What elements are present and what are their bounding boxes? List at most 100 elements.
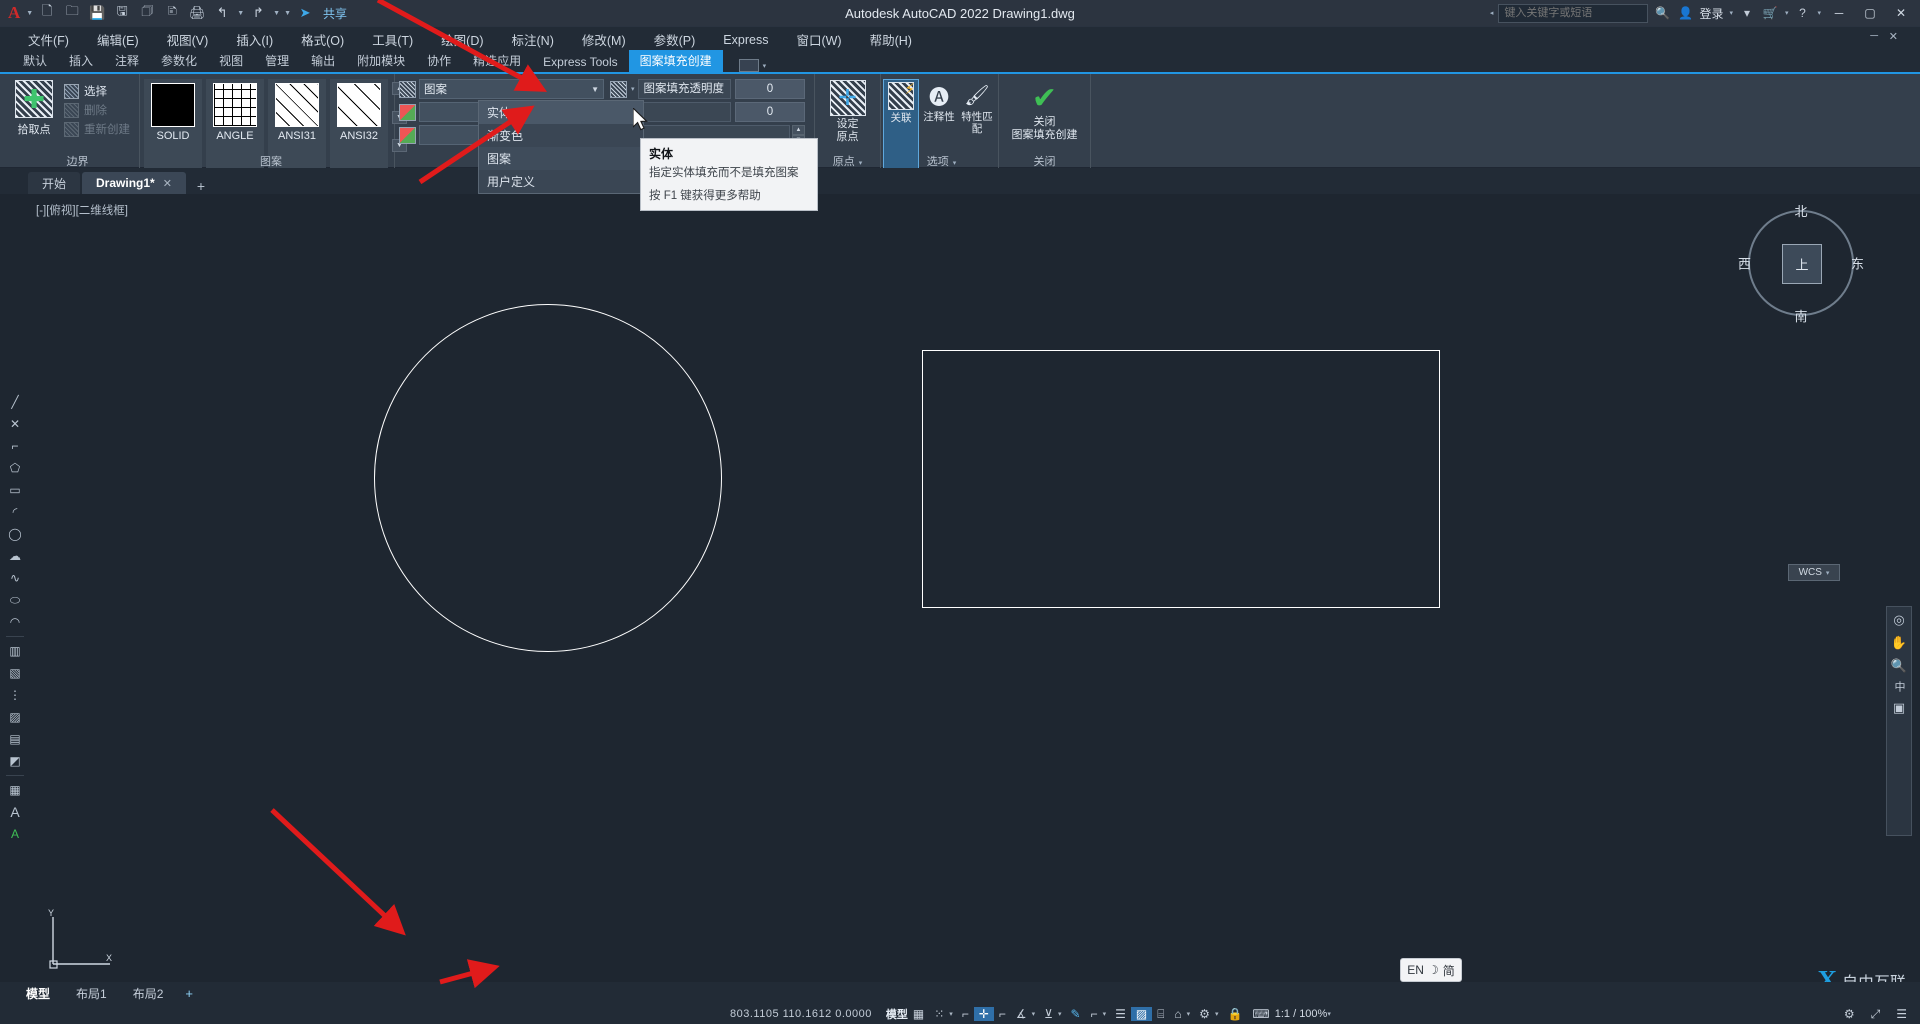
search-icon[interactable]: 🔍	[1653, 6, 1671, 20]
gradient-icon[interactable]: ▤	[4, 729, 26, 749]
menu-item-format[interactable]: 格式(O)	[287, 30, 358, 49]
document-close-button[interactable]: ✕	[1889, 30, 1898, 43]
dropdown-item-user-defined[interactable]: 用户定义	[479, 170, 643, 193]
polar-icon[interactable]: ✛	[973, 1007, 994, 1021]
ime-indicator[interactable]: EN ☽ 简	[1400, 958, 1462, 982]
ribbon-tab-annotate[interactable]: 注释	[104, 50, 150, 72]
workspace-chevron-icon[interactable]: ▾	[1215, 1010, 1223, 1018]
lineweight-chevron-icon[interactable]: ▾	[1103, 1010, 1111, 1018]
document-minimize-button[interactable]: ─	[1870, 30, 1878, 42]
annotation-visibility-icon[interactable]: ⌸	[1152, 1007, 1169, 1022]
undo-icon[interactable]: ↰	[211, 2, 233, 24]
coordinates-display[interactable]: 803.1105 110.1612 0.0000	[730, 1008, 872, 1020]
hatch-icon[interactable]: ▨	[4, 707, 26, 727]
rectangle-entity[interactable]	[922, 350, 1440, 608]
view-cube-east-label[interactable]: 东	[1851, 254, 1864, 273]
new-layout-button[interactable]: +	[177, 986, 201, 1001]
undo-chevron-icon[interactable]: ▼	[237, 10, 244, 17]
customize-icon[interactable]: ⚙	[1839, 1007, 1860, 1021]
statusbar-menu-icon[interactable]: ☰	[1891, 1007, 1912, 1021]
cloud-sync-icon[interactable]: 🗈	[161, 2, 183, 24]
ortho-icon[interactable]: ⌐	[957, 1007, 974, 1021]
menu-item-window[interactable]: 窗口(W)	[782, 30, 855, 49]
otrack-icon[interactable]: ∡	[1011, 1007, 1032, 1021]
hardware-accel-icon[interactable]: ⌨	[1247, 1007, 1274, 1021]
menu-item-dimension[interactable]: 标注(N)	[498, 30, 568, 49]
ribbon-tab-output[interactable]: 输出	[300, 50, 346, 72]
construction-line-icon[interactable]: ✕	[4, 414, 26, 434]
origin-panel-chevron-icon[interactable]: ▾	[859, 160, 863, 167]
hatch-transparency-icon[interactable]	[610, 80, 627, 98]
annotation-scale-chevron-icon[interactable]: ▾	[1187, 1010, 1195, 1018]
view-cube-north-label[interactable]: 北	[1794, 201, 1807, 220]
file-tab-start[interactable]: 开始	[28, 172, 81, 194]
make-block-icon[interactable]: ▧	[4, 663, 26, 683]
multiline-text-icon[interactable]: A	[4, 802, 26, 822]
ribbon-tab-featuredapps[interactable]: 精选应用	[462, 50, 532, 72]
arc-icon[interactable]: ◜	[4, 502, 26, 522]
close-icon[interactable]: ✕	[163, 177, 172, 190]
menu-item-parametric[interactable]: 参数(P)	[640, 30, 710, 49]
wcs-selector[interactable]: WCS ▾	[1788, 564, 1840, 581]
help-icon[interactable]: ?	[1793, 6, 1811, 20]
new-file-tab-button[interactable]: +	[188, 178, 214, 194]
osnap-icon[interactable]: ⌐	[994, 1007, 1011, 1021]
ribbon-tab-express-tools[interactable]: Express Tools	[532, 53, 628, 72]
table-icon[interactable]: ▦	[4, 780, 26, 800]
window-maximize-button[interactable]: ▢	[1857, 0, 1883, 26]
menu-item-express[interactable]: Express	[709, 33, 782, 47]
ribbon-tab-insert[interactable]: 插入	[58, 50, 104, 72]
share-label[interactable]: 共享	[323, 5, 347, 22]
user-icon[interactable]: 👤	[1676, 6, 1694, 20]
snap-chevron-icon[interactable]: ▾	[949, 1010, 957, 1018]
menu-item-modify[interactable]: 修改(M)	[568, 30, 640, 49]
transparency-icon[interactable]: ☰	[1110, 1007, 1131, 1021]
pan-icon[interactable]: ✋	[1891, 635, 1907, 651]
print-icon[interactable]: 🖨	[186, 2, 208, 24]
scale-chevron-icon[interactable]: ▾	[1327, 1010, 1335, 1018]
redo-chevron-icon[interactable]: ▼	[273, 10, 280, 17]
bell-icon[interactable]: ▾	[1738, 6, 1756, 20]
signin-label[interactable]: 登录	[1699, 5, 1723, 22]
workspace-chevron-icon[interactable]: ▾	[763, 62, 767, 70]
menu-item-file[interactable]: 文件(F)	[14, 30, 83, 49]
polygon-icon[interactable]: ⬠	[4, 458, 26, 478]
ribbon-tab-default[interactable]: 默认	[12, 50, 58, 72]
ribbon-workspace-chip[interactable]: ▾	[738, 59, 767, 72]
isolate-objects-icon[interactable]: 🔒	[1222, 1007, 1247, 1021]
cart-icon[interactable]: 🛒	[1761, 6, 1779, 20]
workspace-switch-icon[interactable]: ⚙	[1194, 1007, 1215, 1021]
fullscreen-icon[interactable]: ⤢	[1866, 1007, 1886, 1022]
dropdown-item-solid[interactable]: 实体	[479, 101, 643, 124]
rectangle-icon[interactable]: ▭	[4, 480, 26, 500]
spline-icon[interactable]: ∿	[4, 568, 26, 588]
transparency-chevron-icon[interactable]: ▾	[631, 85, 635, 93]
dropdown-item-gradient[interactable]: 渐变色	[479, 124, 643, 147]
save-as-icon[interactable]: 🖫	[111, 2, 133, 24]
zoom-icon[interactable]: 🔍	[1891, 658, 1907, 674]
customize-qat-chevron-icon[interactable]: ▼	[284, 10, 291, 17]
insert-block-icon[interactable]: ▥	[4, 641, 26, 661]
dynamic-input-icon[interactable]: ✎	[1066, 1007, 1086, 1021]
layout-tab-layout1[interactable]: 布局1	[64, 983, 119, 1004]
hatch-transparency-value[interactable]: 0	[735, 79, 805, 99]
plot-preview-icon[interactable]: 🗇	[136, 2, 158, 24]
circle-entity[interactable]	[374, 304, 722, 652]
menu-item-help[interactable]: 帮助(H)	[856, 30, 926, 49]
menu-item-insert[interactable]: 插入(I)	[222, 30, 287, 49]
ribbon-tab-collaborate[interactable]: 协作	[416, 50, 462, 72]
search-dropdown-chevron-icon[interactable]: ◂	[1490, 9, 1494, 17]
point-icon[interactable]: ⋮	[4, 685, 26, 705]
draw-toolbar[interactable]: ╱ ✕ ⌐ ⬠ ▭ ◜ ◯ ☁ ∿ ⬭ ◠ ▥ ▧ ⋮ ▨ ▤ ◩ ▦ A A	[2, 392, 28, 844]
single-line-text-icon[interactable]: A	[4, 824, 26, 844]
ribbon-tab-addins[interactable]: 附加模块	[346, 50, 416, 72]
ribbon-tab-parametric[interactable]: 参数化	[150, 50, 208, 72]
new-file-icon[interactable]: 🗋	[36, 2, 58, 24]
app-menu-chevron-icon[interactable]: ▼	[26, 10, 33, 17]
lineweight-icon[interactable]: ⌐	[1086, 1007, 1103, 1021]
annotation-scale-icon[interactable]: ⌂	[1169, 1007, 1186, 1021]
boundary-select-button[interactable]: 选择	[64, 83, 130, 99]
close-hatch-creation-button[interactable]: ✔ 关闭 图案填充创建	[999, 84, 1090, 142]
share-icon[interactable]: ➤	[294, 2, 316, 24]
search-input[interactable]	[1498, 3, 1649, 23]
